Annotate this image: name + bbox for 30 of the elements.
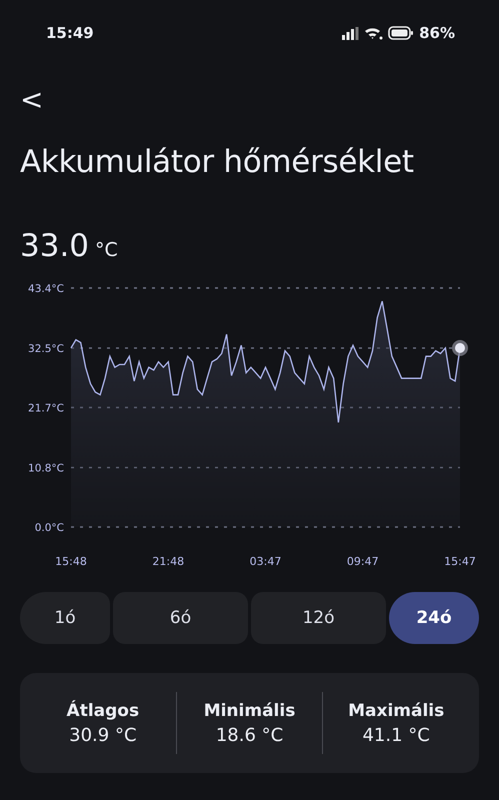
stat-value: 41.1 °C <box>362 724 430 746</box>
time-range-tab[interactable]: 1ó <box>20 592 110 644</box>
page-title: Akkumulátor hőmérséklet <box>20 144 415 180</box>
current-temperature: 33.0 <box>20 228 90 264</box>
x-axis-label: 15:47 <box>444 555 476 568</box>
y-axis-label: 21.7°C <box>28 402 64 414</box>
y-axis-label: 0.0°C <box>34 522 64 534</box>
wifi-icon <box>364 26 384 40</box>
y-axis-label: 10.8°C <box>28 462 64 475</box>
stat-value: 18.6 °C <box>216 724 284 746</box>
stat-label: Maximális <box>348 700 444 720</box>
stat-value: 30.9 °C <box>69 724 137 746</box>
signal-icon <box>342 26 360 40</box>
battery-percent: 86% <box>419 24 455 42</box>
y-axis-label: 32.5°C <box>28 343 64 356</box>
x-axis-label: 21:48 <box>152 555 184 568</box>
clock: 15:49 <box>46 24 94 42</box>
stat-label: Átlagos <box>66 700 140 720</box>
back-button[interactable]: < <box>16 80 48 120</box>
battery-icon <box>388 26 414 40</box>
y-axis-label: 43.4°C <box>28 283 64 295</box>
x-axis-label: 15:48 <box>55 555 87 568</box>
time-range-tab[interactable]: 6ó <box>113 592 248 644</box>
x-axis-label: 03:47 <box>250 555 282 568</box>
stat-label: Minimális <box>204 700 296 720</box>
temperature-unit: °C <box>95 239 118 261</box>
time-range-tab[interactable]: 12ó <box>251 592 386 644</box>
time-range-tab[interactable]: 24ó <box>389 592 479 644</box>
x-axis-label: 09:47 <box>346 555 379 568</box>
current-point-marker <box>452 340 468 356</box>
